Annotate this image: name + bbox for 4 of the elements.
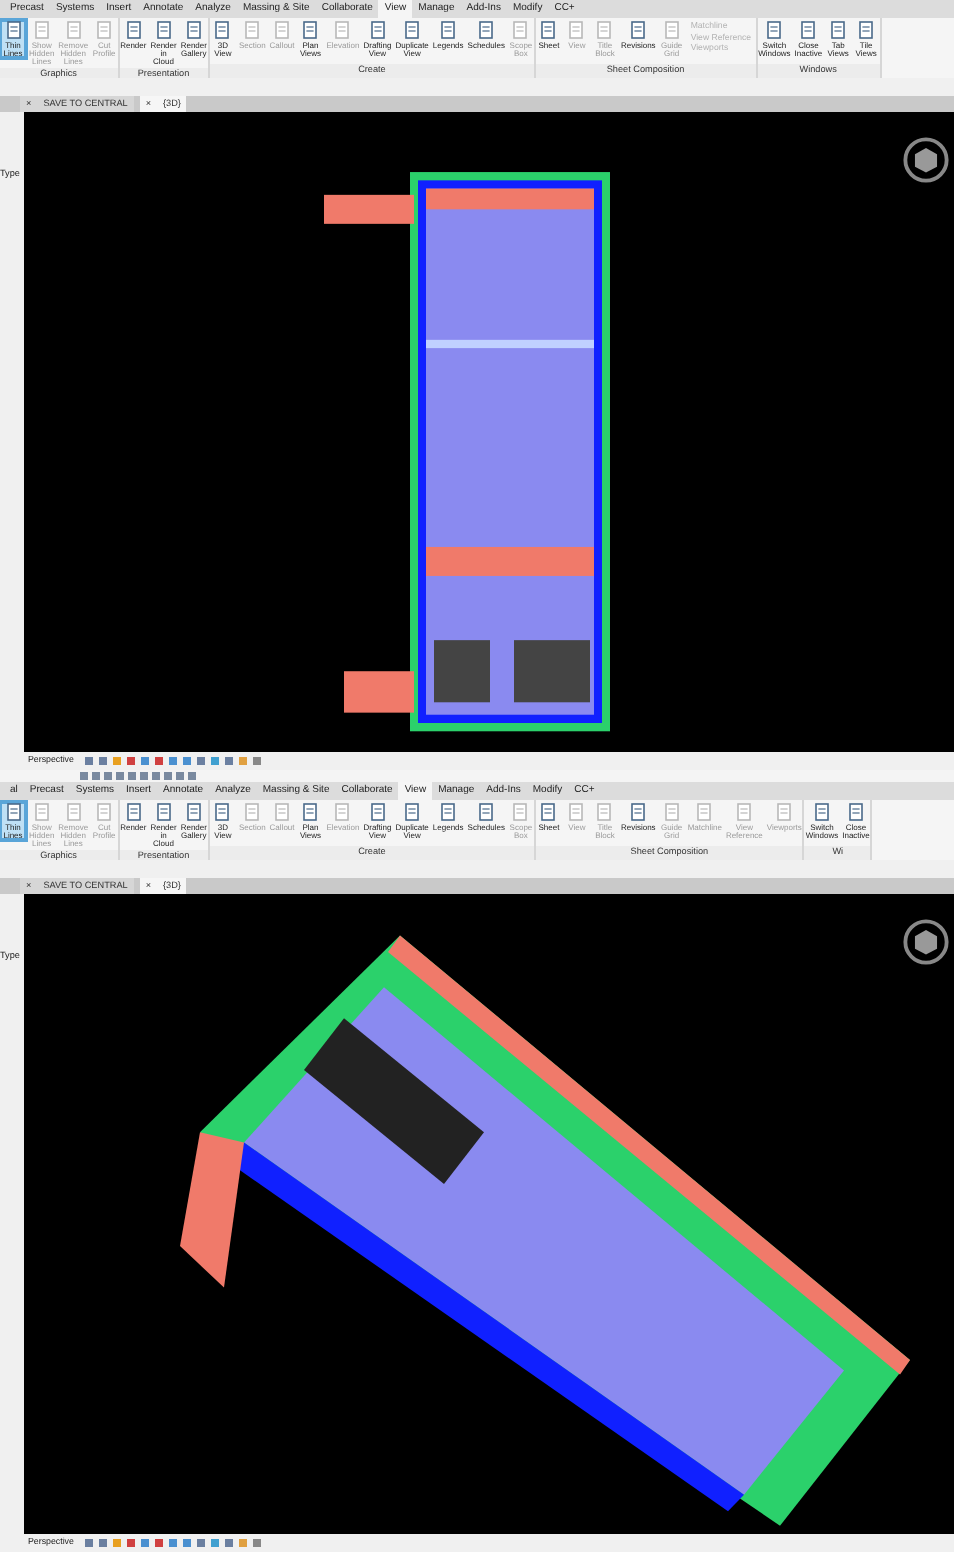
view-cube-icon — [902, 136, 950, 184]
view-cube-icon — [902, 918, 950, 966]
document-icon — [3, 802, 23, 822]
document-icon — [3, 20, 23, 40]
